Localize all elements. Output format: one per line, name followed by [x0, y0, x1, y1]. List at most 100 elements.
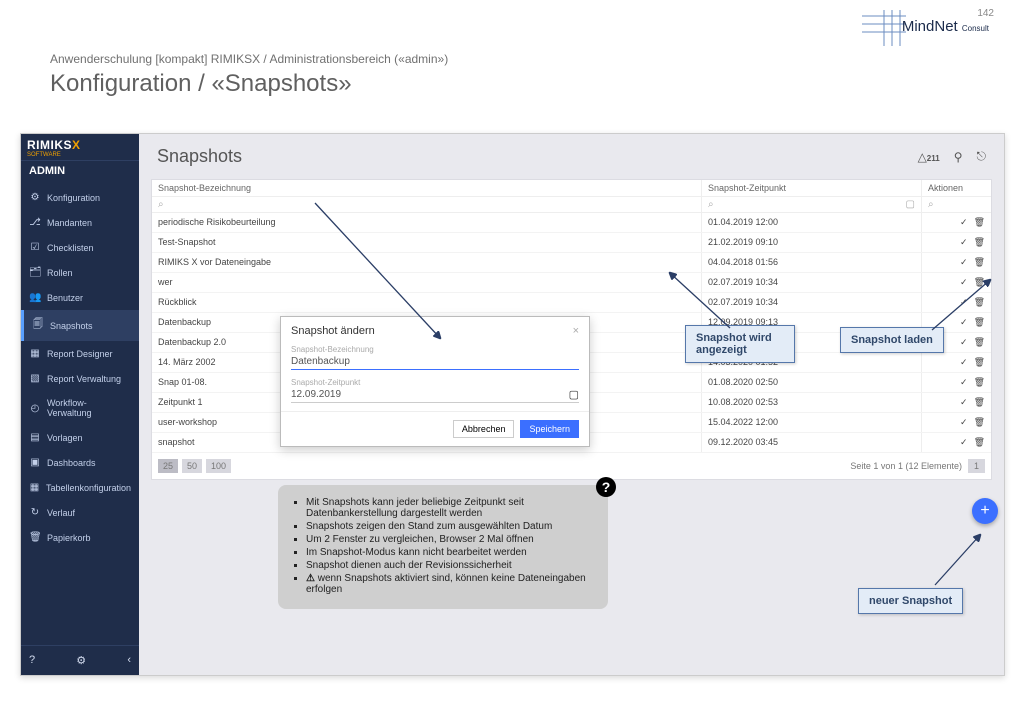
page-title: Snapshots [157, 146, 242, 167]
load-snapshot-icon[interactable]: ✓ [960, 377, 968, 388]
table-row[interactable]: wer02.07.2019 10:34✓🗑 [152, 273, 991, 293]
table-row[interactable]: RIMIKS X vor Dateneingabe04.04.2018 01:5… [152, 253, 991, 273]
cell-time: 21.02.2019 09:10 [701, 233, 921, 252]
settings-icon[interactable]: ⚙ [76, 654, 86, 667]
nav-icon: ▦ [29, 482, 40, 493]
bell-icon[interactable]: △211 [918, 150, 940, 164]
delete-snapshot-icon[interactable]: 🗑 [974, 377, 985, 388]
load-snapshot-icon[interactable]: ✓ [960, 237, 968, 248]
sidebar-item-mandanten[interactable]: ⎇ Mandanten [21, 210, 139, 235]
sidebar-item-report-designer[interactable]: ▦ Report Designer [21, 341, 139, 366]
nav-icon: ↻ [29, 507, 41, 518]
field-label-date: Snapshot-Zeitpunkt [291, 378, 579, 387]
delete-snapshot-icon[interactable]: 🗑 [974, 397, 985, 408]
nav-label: Report Designer [47, 349, 113, 359]
search-icon[interactable]: ⌕ [928, 199, 934, 210]
collapse-icon[interactable]: ‹ [127, 654, 131, 667]
table-row[interactable]: periodische Risikobeurteilung01.04.2019 … [152, 213, 991, 233]
sidebar-item-vorlagen[interactable]: ▤Vorlagen [21, 425, 139, 450]
snapshot-name-input[interactable] [291, 354, 579, 370]
share-icon[interactable]: ⚲ [954, 150, 963, 164]
page-number-badge[interactable]: 1 [968, 459, 985, 473]
arrow-callout-2 [930, 275, 1000, 335]
cancel-button[interactable]: Abbrechen [453, 420, 515, 438]
table-row[interactable]: Rückblick02.07.2019 10:34✓🗑 [152, 293, 991, 313]
sidebar-item-workflow-verwaltung[interactable]: ◴Workflow-Verwaltung [21, 391, 139, 425]
nav-label: Vorlagen [47, 433, 83, 443]
slide-tagline: Anwenderschulung [kompakt] RIMIKSX / Adm… [50, 52, 448, 66]
load-snapshot-icon[interactable]: ✓ [960, 217, 968, 228]
help-line: Mit Snapshots kann jeder beliebige Zeitp… [306, 497, 594, 519]
nav-label: Dashboards [47, 458, 96, 468]
nav-label: Benutzer [47, 293, 83, 303]
search-icon[interactable]: ⌕ [158, 199, 164, 210]
callout-new-snapshot: neuer Snapshot [858, 588, 963, 614]
sidebar-item-snapshots[interactable]: 🗐Snapshots [21, 310, 139, 341]
mindnet-logo: MindNet Consult [902, 18, 989, 35]
nav-icon: ▦ [29, 348, 41, 359]
table-row[interactable]: Test-Snapshot21.02.2019 09:10✓🗑 [152, 233, 991, 253]
close-icon[interactable]: × [573, 325, 579, 337]
nav-icon: ◴ [29, 403, 41, 414]
snapshot-date-input[interactable] [291, 387, 565, 402]
arrow-to-dialog [310, 198, 450, 348]
nav-icon: 👥 [29, 292, 41, 303]
cell-time: 01.08.2020 02:50 [701, 373, 921, 392]
page-size-100[interactable]: 100 [206, 459, 231, 473]
pagination-summary: Seite 1 von 1 (12 Elemente) [850, 461, 962, 471]
calendar-icon[interactable]: ▢ [569, 388, 579, 401]
arrow-callout-3 [930, 530, 990, 590]
warning-icon: ⚠ [306, 573, 315, 584]
delete-snapshot-icon[interactable]: 🗑 [974, 357, 985, 368]
sidebar-item-papierkorb[interactable]: 🗑Papierkorb [21, 525, 139, 550]
help-line: Snapshot dienen auch der Revisionssicher… [306, 560, 594, 571]
mindnet-grid-icon [862, 10, 906, 46]
load-snapshot-icon[interactable]: ✓ [960, 417, 968, 428]
calendar-icon[interactable]: ▢ [906, 199, 915, 210]
delete-snapshot-icon[interactable]: 🗑 [974, 217, 985, 228]
delete-snapshot-icon[interactable]: 🗑 [974, 257, 985, 268]
page-size-50[interactable]: 50 [182, 459, 202, 473]
sidebar-item-checklisten[interactable]: ☑ Checklisten [21, 235, 139, 260]
nav-label: Konfiguration [47, 193, 100, 203]
load-snapshot-icon[interactable]: ✓ [960, 437, 968, 448]
search-icon[interactable]: ⌕ [708, 199, 714, 210]
load-snapshot-icon[interactable]: ✓ [960, 397, 968, 408]
col-header-label[interactable]: Snapshot-Bezeichnung [152, 180, 701, 196]
sidebar-item-dashboards[interactable]: ▣Dashboards [21, 450, 139, 475]
exit-icon[interactable]: ⎋ [977, 149, 987, 164]
delete-snapshot-icon[interactable]: 🗑 [974, 417, 985, 428]
sidebar: RIMIKSX SOFTWARE ADMIN ⚙Konfiguration⎇Ma… [21, 134, 139, 675]
sidebar-item-benutzer[interactable]: 👥 Benutzer [21, 285, 139, 310]
arrow-callout-1 [660, 268, 740, 338]
col-header-actions: Aktionen [921, 180, 991, 196]
save-button[interactable]: Speichern [520, 420, 579, 438]
delete-snapshot-icon[interactable]: 🗑 [974, 437, 985, 448]
nav-label: Papierkorb [47, 533, 91, 543]
nav-icon: ⚙ [29, 192, 41, 203]
sidebar-item-tabellenkonfiguration[interactable]: ▦Tabellenkonfiguration [21, 475, 139, 500]
help-line: Um 2 Fenster zu vergleichen, Browser 2 M… [306, 534, 594, 545]
page-size-25[interactable]: 25 [158, 459, 178, 473]
sidebar-item-konfiguration[interactable]: ⚙ Konfiguration [21, 185, 139, 210]
nav-icon: ⎇ [29, 217, 41, 228]
delete-snapshot-icon[interactable]: 🗑 [974, 237, 985, 248]
delete-snapshot-icon[interactable]: 🗑 [974, 337, 985, 348]
nav-label: Snapshots [50, 321, 93, 331]
load-snapshot-icon[interactable]: ✓ [960, 357, 968, 368]
sidebar-item-rollen[interactable]: 🗂Rollen [21, 260, 139, 285]
sidebar-item-report-verwaltung[interactable]: ▧Report Verwaltung [21, 366, 139, 391]
load-snapshot-icon[interactable]: ✓ [960, 257, 968, 268]
help-line: Im Snapshot-Modus kann nicht bearbeitet … [306, 547, 594, 558]
nav-label: Checklisten [47, 243, 94, 253]
cell-time: 01.04.2019 12:00 [701, 213, 921, 232]
col-header-time[interactable]: Snapshot-Zeitpunkt [701, 180, 921, 196]
nav-label: Mandanten [47, 218, 92, 228]
sidebar-item-verlauf[interactable]: ↻ Verlauf [21, 500, 139, 525]
nav-icon: ☑ [29, 242, 41, 253]
slide-title: Konfiguration / «Snapshots» [50, 70, 448, 98]
nav-label: Verlauf [47, 508, 75, 518]
add-snapshot-button[interactable]: + [972, 498, 998, 524]
help-icon[interactable]: ? [29, 654, 35, 667]
load-snapshot-icon[interactable]: ✓ [960, 337, 968, 348]
